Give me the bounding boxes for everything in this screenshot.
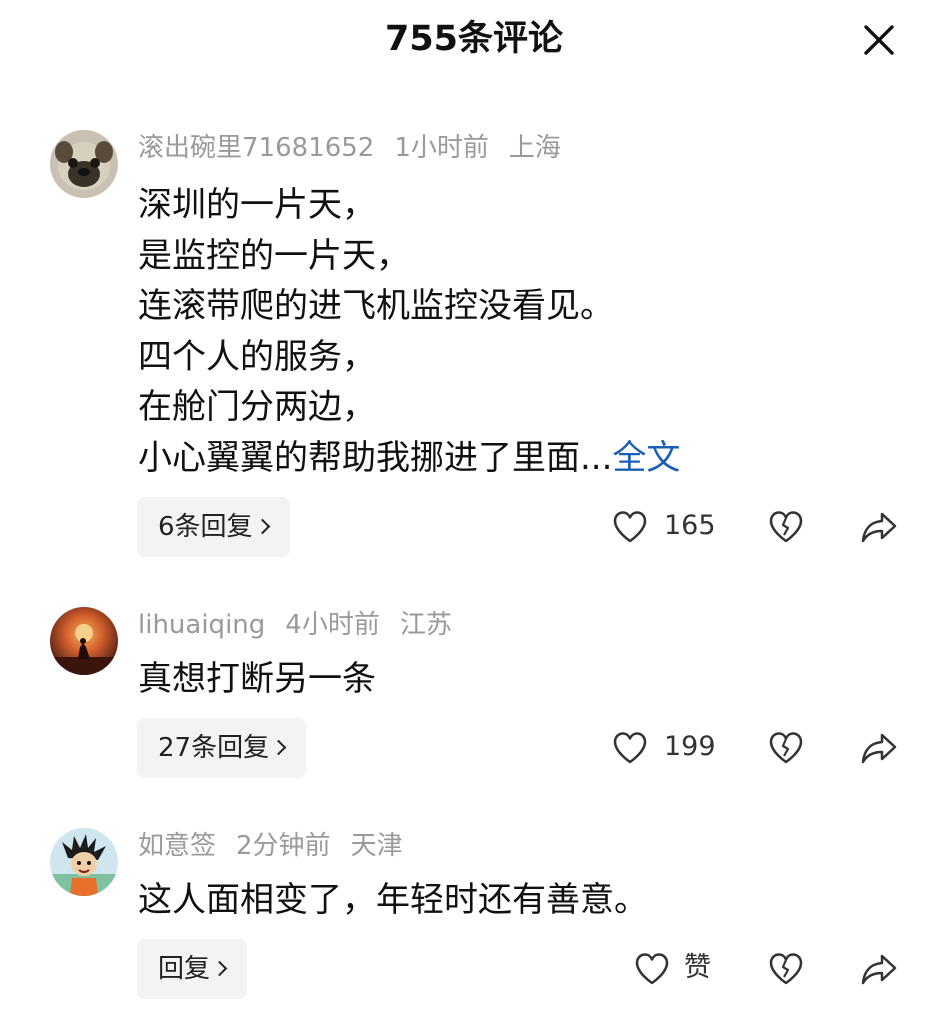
comment-count-title: 755条评论 <box>384 19 564 59</box>
broken-heart-icon[interactable] <box>768 730 804 766</box>
heart-icon[interactable] <box>612 731 648 765</box>
comment-line: 这人面相变了，年轻时还有善意。 <box>138 880 648 920</box>
dislike-button[interactable] <box>768 509 804 549</box>
close-button[interactable] <box>856 17 902 63</box>
comment-meta: 滚出碗里71681652 1小时前 上海 <box>138 130 581 166</box>
comment-location: 上海 <box>508 133 561 163</box>
comment-actions: 165 <box>0 497 948 557</box>
expand-full-text-link[interactable]: 全文 <box>612 438 680 478</box>
username[interactable]: 如意签 <box>138 831 216 861</box>
comment-text: 这人面相变了，年轻时还有善意。 <box>138 875 648 926</box>
comment-text: 深圳的一片天， 是监控的一片天， 连滚带爬的进飞机监控没看见。 四个人的服务， … <box>138 180 680 483</box>
username[interactable]: lihuaiqing <box>138 610 265 640</box>
pug-avatar-icon <box>50 130 118 198</box>
share-button[interactable] <box>860 951 898 991</box>
heart-icon[interactable] <box>634 952 670 986</box>
comment-line: 是监控的一片天， <box>138 235 410 276</box>
close-icon[interactable] <box>856 17 902 63</box>
comment-actions: 199 <box>0 718 948 778</box>
comment-line: 小心翼翼的帮助我挪进了里面... <box>138 437 613 478</box>
username[interactable]: 滚出碗里71681652 <box>138 133 374 163</box>
like-count: 199 <box>664 731 716 762</box>
comment-line: 深圳的一片天， <box>138 185 376 225</box>
comment-line: 连滚带爬的进飞机监控没看见。 <box>138 286 614 326</box>
heart-icon[interactable] <box>612 510 648 544</box>
comment-line: 在舱门分两边， <box>138 387 376 427</box>
cartoon-boy-avatar-icon <box>50 828 118 896</box>
like-count: 165 <box>664 510 716 541</box>
share-arrow-icon[interactable] <box>860 951 898 987</box>
comment-text: 真想打断另一条 <box>138 654 376 705</box>
sunset-rider-avatar-icon <box>50 607 118 675</box>
comment-location: 天津 <box>350 831 403 861</box>
comment-meta: 如意签 2分钟前 天津 <box>138 828 423 864</box>
like-label: 赞 <box>684 952 711 983</box>
comments-header: 755条评论 <box>0 0 948 80</box>
share-arrow-icon[interactable] <box>860 509 898 545</box>
comment-location: 江苏 <box>399 610 452 640</box>
avatar[interactable] <box>50 828 118 896</box>
comment-last-line: 小心翼翼的帮助我挪进了里面...全文 <box>138 433 680 484</box>
comment-line: 真想打断另一条 <box>138 659 376 699</box>
comment-meta: lihuaiqing 4小时前 江苏 <box>138 607 472 643</box>
share-button[interactable] <box>860 509 898 549</box>
comment-time: 2分钟前 <box>236 831 331 861</box>
comment-time: 4小时前 <box>285 610 380 640</box>
comment-actions: 赞 <box>0 939 948 999</box>
share-arrow-icon[interactable] <box>860 730 898 766</box>
comment-time: 1小时前 <box>394 133 489 163</box>
avatar[interactable] <box>50 130 118 198</box>
share-button[interactable] <box>860 730 898 770</box>
broken-heart-icon[interactable] <box>768 951 804 987</box>
dislike-button[interactable] <box>768 730 804 770</box>
dislike-button[interactable] <box>768 951 804 991</box>
comment-line: 四个人的服务， <box>138 336 376 377</box>
broken-heart-icon[interactable] <box>768 509 804 545</box>
avatar[interactable] <box>50 607 118 675</box>
